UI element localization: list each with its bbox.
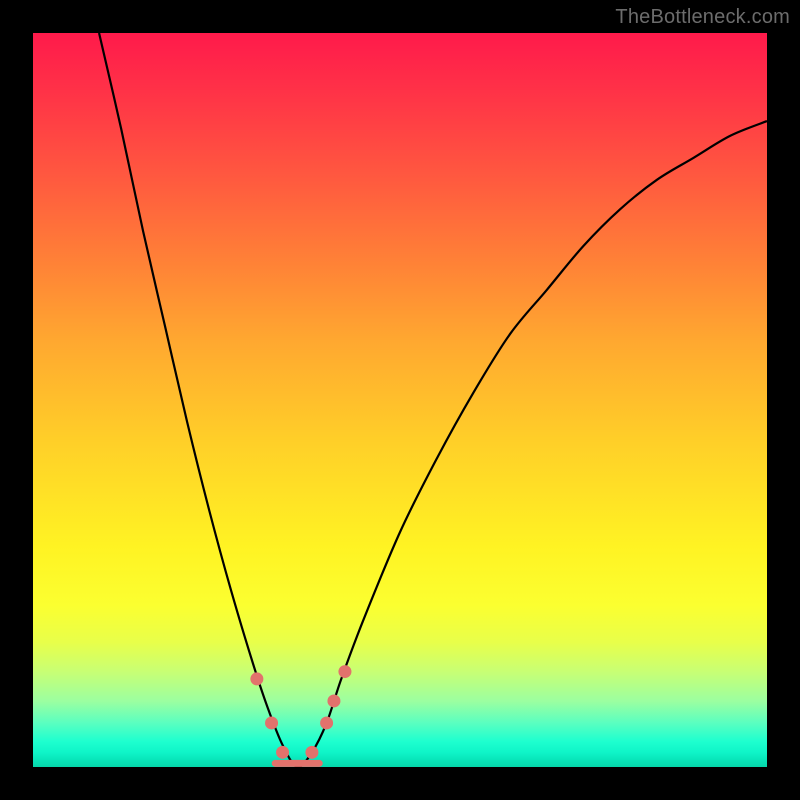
curve-marker [265, 716, 278, 729]
chart-svg [33, 33, 767, 767]
chart-stage: TheBottleneck.com [0, 0, 800, 800]
curve-marker [327, 694, 340, 707]
plot-area [33, 33, 767, 767]
curve-marker [250, 672, 263, 685]
curve-marker [276, 746, 289, 759]
watermark-text: TheBottleneck.com [615, 6, 790, 29]
curve-marker [320, 716, 333, 729]
bottleneck-curve [99, 33, 767, 767]
curve-marker [338, 665, 351, 678]
curve-marker [305, 746, 318, 759]
curve-markers [250, 665, 351, 759]
